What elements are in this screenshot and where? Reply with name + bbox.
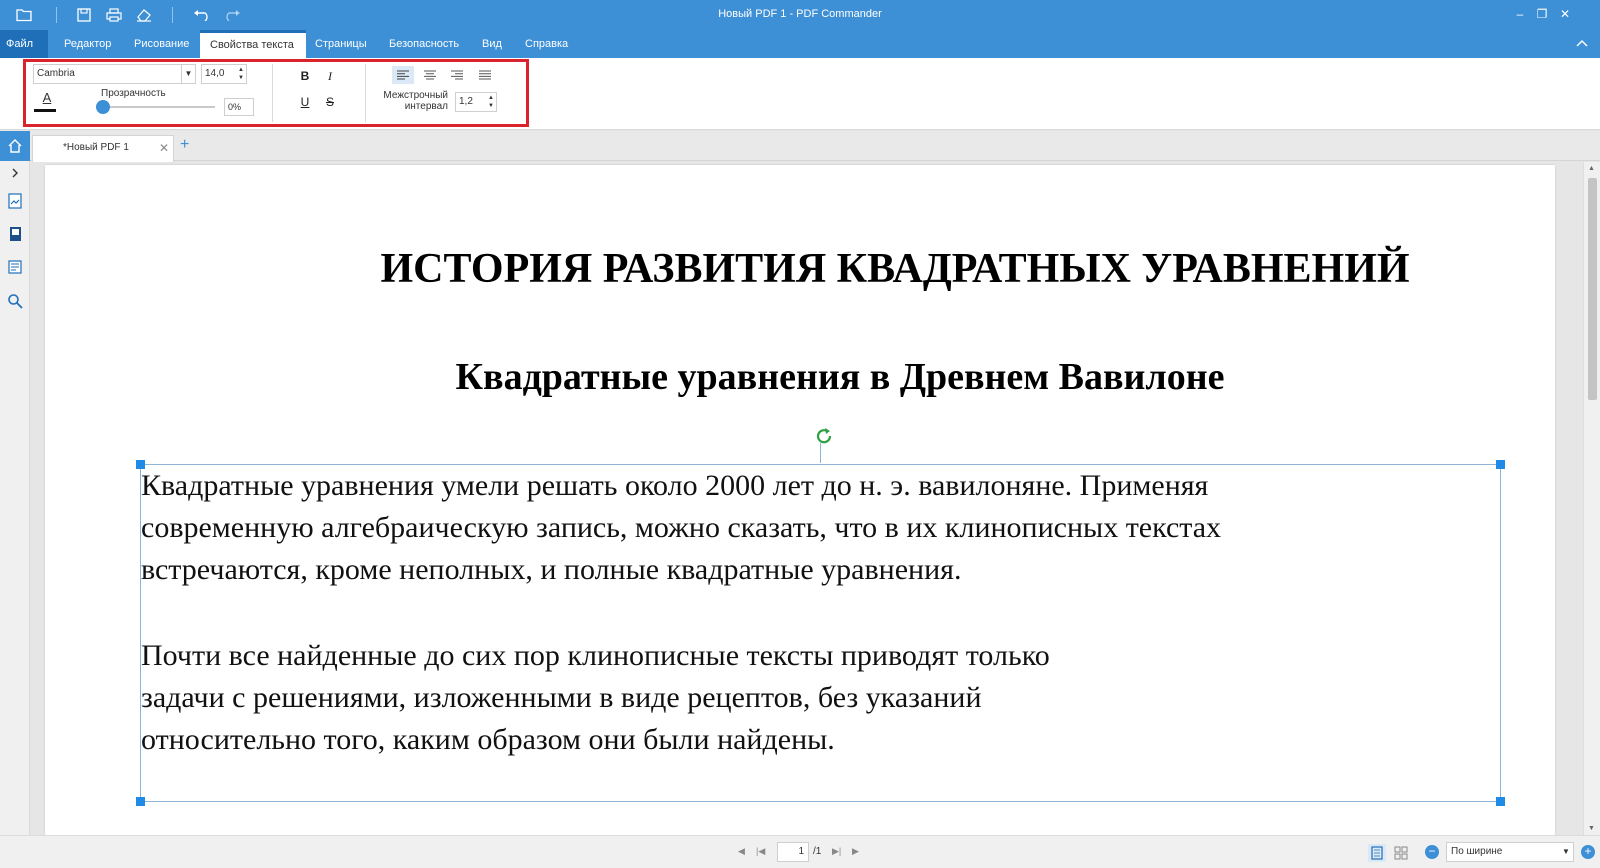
single-page-icon bbox=[1371, 846, 1383, 860]
menu-bar: Файл ▼ Редактор Рисование Свойства текст… bbox=[0, 30, 1600, 77]
zoom-out-button[interactable]: − bbox=[1425, 845, 1439, 859]
bookmarks-button[interactable] bbox=[5, 224, 25, 244]
status-bar: ◀ |◀ 1 /1 ▶| ▶ − По ширине ▼ + bbox=[0, 835, 1600, 868]
scroll-down-arrow-icon[interactable]: ▼ bbox=[1588, 825, 1595, 832]
paragraph-1-line-2: современную алгебраическую запись, можно… bbox=[141, 511, 1222, 544]
resize-handle-bottom-right[interactable] bbox=[1496, 797, 1505, 806]
menu-drawing[interactable]: Рисование bbox=[124, 30, 199, 58]
maximize-button[interactable]: ❐ bbox=[1532, 4, 1552, 24]
book-icon bbox=[10, 227, 21, 241]
resize-handle-top-left[interactable] bbox=[136, 460, 145, 469]
scroll-up-arrow-icon[interactable]: ▲ bbox=[1588, 165, 1595, 172]
ribbon-text-properties: Cambria ▼ 14,0 ▲ ▼ A Прозрачность 0% B I … bbox=[0, 58, 1600, 130]
next-page-icon[interactable]: ▶ bbox=[852, 846, 859, 857]
search-icon bbox=[8, 294, 23, 309]
first-page-icon[interactable]: |◀ bbox=[756, 846, 765, 857]
title-bar: Новый PDF 1 - PDF Commander – ❐ ✕ bbox=[0, 0, 1600, 30]
selected-text-box[interactable]: Квадратные уравнения умели решать около … bbox=[136, 460, 1505, 806]
menu-file-label: Файл bbox=[6, 38, 34, 50]
paragraph-1-line-1: Квадратные уравнения умели решать около … bbox=[141, 469, 1209, 502]
thumbnails-button[interactable] bbox=[5, 191, 25, 211]
menu-file[interactable]: Файл ▼ bbox=[0, 30, 48, 77]
menu-pages[interactable]: Страницы bbox=[305, 30, 377, 58]
tab-label: *Новый PDF 1 bbox=[63, 142, 129, 153]
prev-page-icon[interactable]: ◀ bbox=[738, 846, 745, 857]
chevron-up-icon[interactable] bbox=[1576, 36, 1588, 50]
add-tab-button[interactable]: + bbox=[180, 136, 189, 154]
paragraph-2-line-3: относительно того, каким образом они был… bbox=[141, 723, 835, 756]
page-image-icon bbox=[8, 193, 22, 209]
zoom-mode-value: По ширине bbox=[1451, 846, 1503, 857]
ribbon-highlight-frame bbox=[23, 59, 529, 127]
single-page-view-button[interactable] bbox=[1368, 844, 1386, 862]
document-subtitle[interactable]: Квадратные уравнения в Древнем Вавилоне bbox=[45, 355, 1600, 399]
search-button[interactable] bbox=[5, 291, 25, 311]
grid-pages-icon bbox=[1394, 846, 1408, 860]
menu-text-properties[interactable]: Свойства текста bbox=[200, 30, 306, 58]
app-window: Новый PDF 1 - PDF Commander – ❐ ✕ Файл ▼… bbox=[0, 0, 1600, 868]
last-page-icon[interactable]: ▶| bbox=[832, 846, 841, 857]
pdf-page[interactable]: ИСТОРИЯ РАЗВИТИЯ КВАДРАТНЫХ УРАВНЕНИЙ Кв… bbox=[45, 165, 1555, 835]
paragraph-2-line-1: Почти все найденные до сих пор клинописн… bbox=[141, 639, 1050, 672]
document-tab-strip: *Новый PDF 1 ✕ + bbox=[30, 131, 1600, 162]
tab-new-pdf-1[interactable]: *Новый PDF 1 ✕ bbox=[32, 135, 174, 162]
two-page-view-button[interactable] bbox=[1392, 844, 1410, 862]
home-button[interactable] bbox=[0, 131, 30, 161]
minimize-button[interactable]: – bbox=[1510, 4, 1530, 24]
close-icon[interactable]: ✕ bbox=[159, 136, 169, 160]
paragraph-1-line-3: встречаются, кроме неполных, и полные кв… bbox=[141, 553, 962, 586]
vertical-scrollbar[interactable]: ▲ ▼ bbox=[1583, 162, 1600, 835]
expand-panel-button[interactable] bbox=[5, 163, 25, 183]
window-title: Новый PDF 1 - PDF Commander bbox=[718, 8, 882, 20]
paragraph-1[interactable]: Квадратные уравнения умели решать около … bbox=[141, 465, 1221, 591]
zoom-mode-select[interactable]: По ширине ▼ bbox=[1446, 842, 1574, 862]
menu-security[interactable]: Безопасность bbox=[379, 30, 469, 58]
rotate-icon[interactable] bbox=[815, 427, 835, 447]
menu-help[interactable]: Справка bbox=[515, 30, 578, 58]
page-number-input[interactable]: 1 bbox=[777, 842, 809, 862]
home-icon bbox=[8, 139, 22, 153]
zoom-in-button[interactable]: + bbox=[1581, 845, 1595, 859]
document-title[interactable]: ИСТОРИЯ РАЗВИТИЯ КВАДРАТНЫХ УРАВНЕНИЙ bbox=[45, 245, 1600, 293]
page-total: /1 bbox=[813, 846, 822, 857]
left-toolbar bbox=[0, 131, 30, 868]
resize-handle-bottom-left[interactable] bbox=[136, 797, 145, 806]
notes-icon bbox=[8, 260, 22, 274]
menu-editor[interactable]: Редактор bbox=[54, 30, 121, 58]
chevron-down-icon: ▼ bbox=[1562, 847, 1570, 856]
scrollbar-thumb[interactable] bbox=[1588, 178, 1597, 400]
annotations-button[interactable] bbox=[5, 257, 25, 277]
chevron-right-icon bbox=[12, 168, 18, 178]
paragraph-2-line-2: задачи с решениями, изложенными в виде р… bbox=[141, 681, 982, 714]
resize-handle-top-right[interactable] bbox=[1496, 460, 1505, 469]
paragraph-2[interactable]: Почти все найденные до сих пор клинописн… bbox=[141, 635, 1050, 761]
menu-view[interactable]: Вид bbox=[472, 30, 512, 58]
close-button[interactable]: ✕ bbox=[1555, 4, 1575, 24]
document-viewport: ИСТОРИЯ РАЗВИТИЯ КВАДРАТНЫХ УРАВНЕНИЙ Кв… bbox=[30, 162, 1583, 835]
